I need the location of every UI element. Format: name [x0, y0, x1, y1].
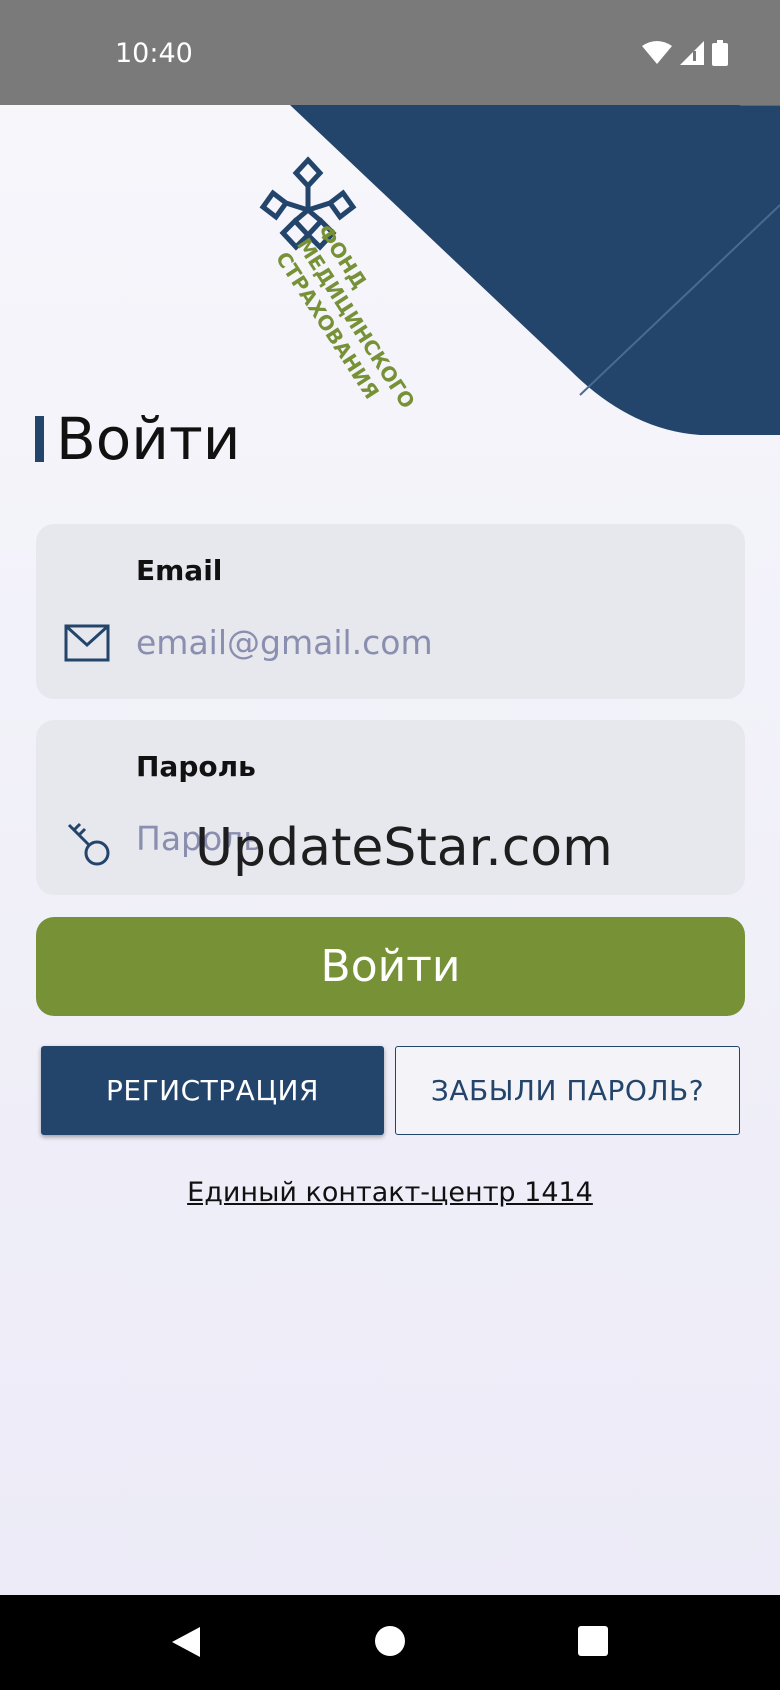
login-screen: ФОНД МЕДИЦИНСКОГО СТРАХОВАНИЯ Войти Emai…	[0, 105, 780, 1595]
mail-icon	[64, 624, 110, 662]
forgot-password-button[interactable]: ЗАБЫЛИ ПАРОЛЬ?	[395, 1046, 740, 1135]
password-field[interactable]: Пароль	[36, 720, 745, 895]
password-label: Пароль	[136, 750, 256, 783]
title-accent-bar	[35, 416, 44, 462]
signal-icon	[680, 41, 704, 65]
navigation-bar	[0, 1595, 780, 1690]
status-time: 10:40	[115, 38, 193, 69]
battery-icon	[712, 40, 728, 66]
back-icon[interactable]	[170, 1625, 202, 1659]
status-icons	[642, 40, 728, 66]
page-title: Войти	[56, 405, 241, 473]
key-icon	[67, 822, 110, 866]
login-button[interactable]: Войти	[36, 917, 745, 1016]
recents-icon[interactable]	[577, 1625, 609, 1657]
email-label: Email	[136, 554, 223, 587]
home-icon[interactable]	[374, 1625, 406, 1657]
wifi-icon	[642, 41, 672, 64]
status-bar: 10:40	[0, 0, 780, 105]
contact-center-link[interactable]: Единый контакт-центр 1414	[0, 1177, 780, 1208]
email-input[interactable]	[134, 616, 698, 668]
logo: ФОНД МЕДИЦИНСКОГО СТРАХОВАНИЯ	[258, 155, 420, 413]
register-button[interactable]: РЕГИСТРАЦИЯ	[41, 1046, 384, 1135]
password-input[interactable]	[134, 812, 698, 864]
page-title-row: Войти	[35, 405, 240, 473]
email-field[interactable]: Email	[36, 524, 745, 699]
